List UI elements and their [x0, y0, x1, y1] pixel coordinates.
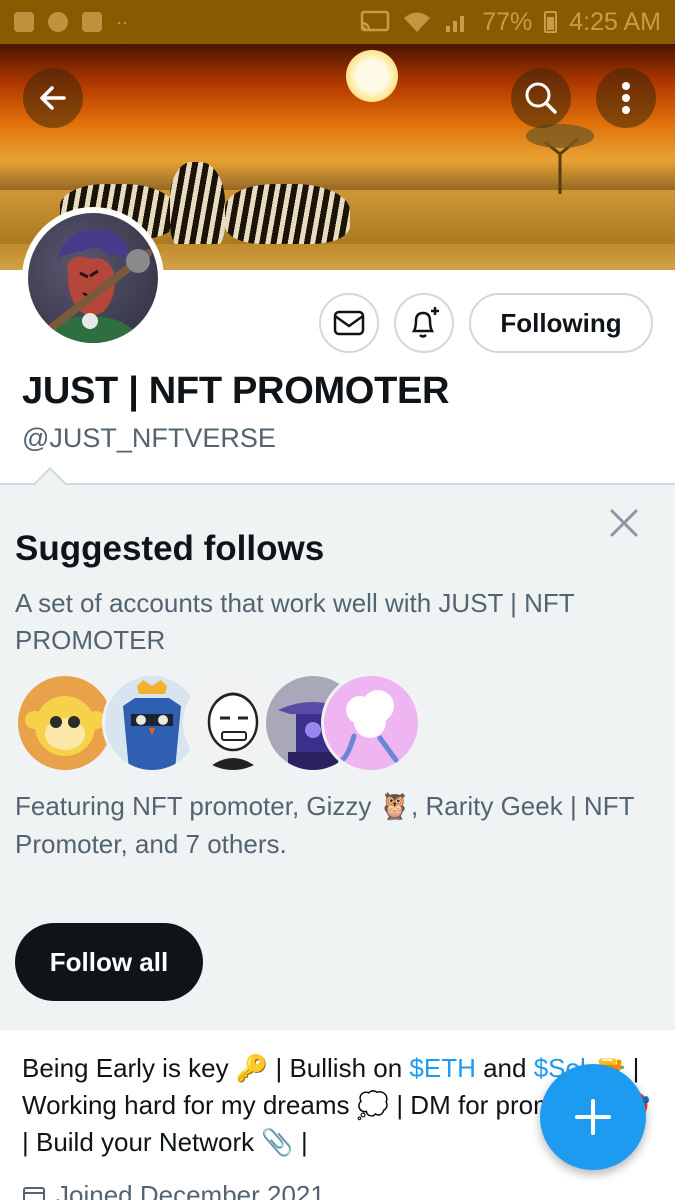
suggested-follows-panel: Suggested follows A set of accounts that…	[0, 467, 675, 1030]
bio-text: Being Early is key 🔑 | Bullish on	[22, 1053, 410, 1083]
battery-percent: 77%	[482, 7, 533, 36]
signal-icon	[446, 16, 465, 32]
cast-icon	[360, 10, 390, 32]
suggested-description: A set of accounts that work well with JU…	[15, 588, 575, 655]
more-button[interactable]	[596, 68, 656, 128]
cloud-avatar	[321, 673, 421, 773]
joined-date: Joined December 2021	[22, 1180, 325, 1200]
wifi-icon	[404, 12, 431, 32]
more-notifications-icon: ··	[116, 11, 128, 32]
status-bar: ·· 77% 4:25 AM	[0, 0, 675, 44]
profile-handle: @JUST_NFTVERSE	[22, 423, 276, 453]
zebra	[225, 184, 350, 244]
back-button[interactable]	[23, 68, 83, 128]
close-icon[interactable]	[606, 505, 642, 541]
suggested-featuring: Featuring NFT promoter, Gizzy 🦉, Rarity …	[15, 791, 634, 859]
zebra	[170, 162, 225, 252]
profile-avatar[interactable]	[22, 207, 164, 349]
search-icon	[525, 82, 557, 114]
arrow-left-icon	[40, 86, 66, 110]
suggested-avatars[interactable]	[15, 673, 421, 775]
suggested-title: Suggested follows	[15, 529, 325, 568]
more-vertical-icon	[622, 82, 630, 114]
file-notification-icon	[82, 12, 102, 32]
clock: 4:25 AM	[569, 7, 661, 36]
app-notification-icon	[14, 12, 34, 32]
message-button[interactable]	[319, 293, 379, 353]
profile-name: JUST | NFT PROMOTER	[22, 370, 450, 412]
eth-cashtag-link[interactable]: $ETH	[409, 1053, 475, 1083]
avatar-illustration	[34, 229, 152, 343]
panel-notch	[33, 467, 67, 501]
notifications-button[interactable]	[394, 293, 454, 353]
status-notification-icons: ··	[14, 12, 128, 33]
follow-all-button[interactable]: Follow all	[15, 923, 203, 1001]
search-button[interactable]	[511, 68, 571, 128]
bell-plus-icon	[411, 307, 439, 338]
following-button[interactable]: Following	[469, 293, 653, 353]
battery-icon	[544, 11, 558, 33]
bio-text: and	[475, 1053, 534, 1083]
plus-icon	[575, 1099, 611, 1135]
monkey-avatar	[15, 673, 115, 773]
compose-tweet-button[interactable]	[540, 1064, 646, 1170]
sun	[346, 50, 398, 102]
avatar-image	[28, 213, 158, 343]
joined-label: Joined December 2021	[56, 1180, 325, 1200]
mail-icon	[333, 310, 365, 336]
calendar-icon	[23, 1186, 45, 1200]
chrome-notification-icon	[48, 12, 68, 32]
